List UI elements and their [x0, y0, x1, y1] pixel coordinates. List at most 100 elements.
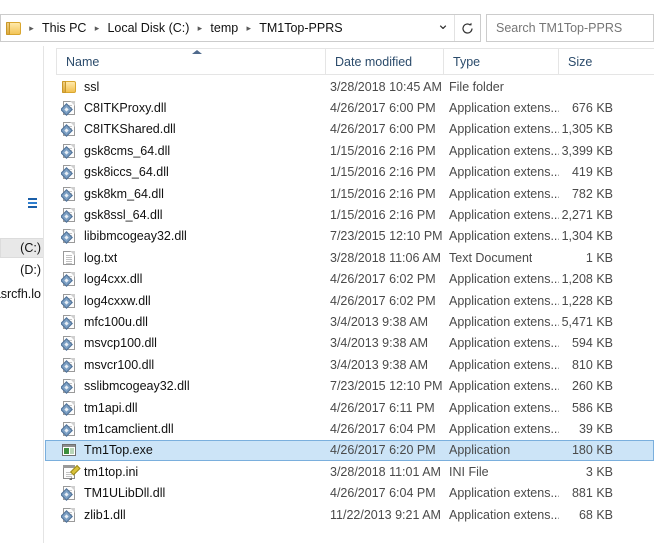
file-date-cell: 3/28/2018 11:01 AM [330, 464, 441, 479]
dll-icon [61, 186, 77, 202]
table-row[interactable]: log.txt 3/28/2018 11:06 AM Text Document 1 … [45, 247, 654, 268]
file-name-cell[interactable]: C8ITKProxy.dll [61, 100, 166, 116]
navigation-pane[interactable]: (C:)(D:) asrcfh.lo [0, 46, 44, 543]
column-header-name[interactable]: Name [56, 49, 325, 75]
table-row[interactable]: gsk8cms_64.dll 1/15/2016 2:16 PM Applicati… [45, 140, 654, 161]
table-row[interactable]: zlib1.dll 11/22/2013 9:21 AM Application e… [45, 504, 654, 525]
file-name-cell[interactable]: msvcp100.dll [61, 335, 157, 352]
breadcrumb-separator-icon [193, 20, 206, 36]
column-header-size[interactable]: Size [558, 49, 654, 75]
table-row[interactable]: log4cxx.dll 4/26/2017 6:02 PM Application … [45, 269, 654, 290]
dll-icon [61, 143, 77, 159]
nav-pane-item[interactable]: asrcfh.lo [0, 284, 43, 304]
file-name-cell[interactable]: msvcr100.dll [61, 357, 154, 373]
file-explorer-window: This PC Local Disk (C:) temp TM1Top-PPRS Se… [0, 0, 654, 543]
column-header-type[interactable]: Type [443, 49, 558, 75]
file-size-cell: 1,228 KB [561, 293, 613, 308]
address-bar[interactable]: This PC Local Disk (C:) temp TM1Top-PPRS [0, 14, 481, 42]
file-name-label: C8ITKShared.dll [84, 122, 176, 137]
nav-pane-item[interactable]: (D:) [20, 260, 43, 280]
chevron-down-icon[interactable] [432, 15, 454, 41]
breadcrumb-separator-icon [242, 20, 255, 36]
sort-ascending-icon [192, 50, 202, 54]
table-row[interactable]: msvcr100.dll 3/4/2013 9:38 AM Application … [45, 354, 654, 375]
file-name-cell[interactable]: ssl [61, 79, 99, 95]
search-input[interactable]: Search TM1Top-PPRS [496, 21, 622, 35]
file-name-cell[interactable]: Tm1Top.exe [61, 442, 153, 458]
table-row[interactable]: tm1camclient.dll 4/26/2017 6:04 PM Applica… [45, 418, 654, 439]
file-name-label: libibmcogeay32.dll [84, 229, 187, 244]
column-header-date-modified[interactable]: Date modified [325, 49, 443, 75]
breadcrumb-item[interactable]: TM1Top-PPRS [255, 18, 346, 38]
file-name-label: log4cxxw.dll [84, 293, 151, 308]
table-row[interactable]: gsk8ssl_64.dll 1/15/2016 2:16 PM Applicati… [45, 204, 654, 225]
file-name-cell[interactable]: mfc100u.dll [61, 314, 148, 330]
table-row[interactable]: Tm1Top.exe 4/26/2017 6:20 PM Application 18… [45, 439, 654, 462]
file-size-cell: 1 KB [585, 250, 613, 265]
dll-icon [61, 507, 77, 523]
breadcrumb-item[interactable]: This PC [38, 18, 90, 38]
file-name-cell[interactable]: gsk8ssl_64.dll [61, 207, 163, 223]
table-row[interactable]: ssl 3/28/2018 10:45 AM File folder [45, 76, 654, 97]
table-row[interactable]: libibmcogeay32.dll 7/23/2015 12:10 PM Appl… [45, 226, 654, 247]
file-name-cell[interactable]: tm1camclient.dll [61, 421, 174, 437]
file-name-label: mfc100u.dll [84, 314, 148, 329]
table-row[interactable]: C8ITKShared.dll 4/26/2017 6:00 PM Applicat… [45, 119, 654, 140]
breadcrumb-item[interactable]: temp [206, 18, 242, 38]
file-date-cell: 1/15/2016 2:16 PM [330, 186, 436, 201]
file-size-cell: 2,271 KB [561, 208, 613, 223]
column-header-row[interactable]: Name Date modified Type Size [56, 48, 654, 75]
file-name-cell[interactable]: C8ITKShared.dll [61, 121, 176, 138]
search-box[interactable]: Search TM1Top-PPRS [486, 14, 654, 42]
table-row[interactable]: gsk8iccs_64.dll 1/15/2016 2:16 PM Applicat… [45, 162, 654, 183]
table-row[interactable]: gsk8km_64.dll 1/15/2016 2:16 PM Applicatio… [45, 183, 654, 204]
file-name-cell[interactable]: sslibmcogeay32.dll [61, 378, 190, 395]
file-date-cell: 1/15/2016 2:16 PM [330, 143, 436, 158]
file-name-cell[interactable]: TM1ULibDll.dll [61, 485, 165, 501]
table-row[interactable]: TM1ULibDll.dll 4/26/2017 6:04 PM Applicati… [45, 482, 654, 503]
file-size-cell: 1,208 KB [561, 272, 613, 287]
nav-pane-item[interactable]: (C:) [0, 238, 43, 258]
file-name-cell[interactable]: gsk8cms_64.dll [61, 143, 170, 159]
file-name-label: ssl [84, 79, 100, 94]
table-row[interactable]: tm1api.dll 4/26/2017 6:11 PM Application e… [45, 397, 654, 418]
table-row[interactable]: C8ITKProxy.dll 4/26/2017 6:00 PM Applicati… [45, 97, 654, 118]
file-date-cell: 4/26/2017 6:04 PM [330, 421, 436, 436]
file-size-cell: 586 KB [571, 400, 613, 415]
file-name-label: gsk8ssl_64.dll [84, 208, 163, 223]
folder-icon [61, 79, 77, 95]
table-row[interactable]: sslibmcogeay32.dll 7/23/2015 12:10 PM Appl… [45, 375, 654, 396]
table-row[interactable]: log4cxxw.dll 4/26/2017 6:02 PM Application… [45, 290, 654, 311]
file-name-label: gsk8km_64.dll [84, 186, 164, 201]
column-header-label: Date modified [335, 55, 413, 69]
file-date-cell: 3/28/2018 10:45 AM [330, 79, 442, 94]
file-name-cell[interactable]: libibmcogeay32.dll [61, 228, 187, 245]
file-date-cell: 3/4/2013 9:38 AM [330, 336, 428, 351]
file-size-cell: 3,399 KB [561, 143, 613, 158]
file-date-cell: 4/26/2017 6:04 PM [330, 486, 436, 501]
dll-icon [61, 100, 77, 116]
file-name-cell[interactable]: tm1top.ini [61, 464, 138, 480]
file-size-cell: 260 KB [571, 379, 613, 394]
breadcrumb-item[interactable]: Local Disk (C:) [103, 18, 193, 38]
file-size-cell: 782 KB [571, 186, 613, 201]
file-name-cell[interactable]: log.txt [61, 250, 117, 266]
file-date-cell: 7/23/2015 12:10 PM [330, 379, 443, 394]
file-name-cell[interactable]: gsk8km_64.dll [61, 186, 164, 202]
file-size-cell: 3 KB [585, 464, 613, 479]
table-row[interactable]: msvcp100.dll 3/4/2013 9:38 AM Application … [45, 333, 654, 354]
file-name-cell[interactable]: log4cxx.dll [61, 271, 142, 288]
breadcrumb[interactable]: This PC Local Disk (C:) temp TM1Top-PPRS [5, 15, 432, 41]
refresh-icon[interactable] [454, 15, 480, 41]
file-list[interactable]: ssl 3/28/2018 10:45 AM File folder C8ITKPro… [45, 76, 654, 543]
file-name-cell[interactable]: zlib1.dll [61, 507, 126, 523]
file-name-label: C8ITKProxy.dll [84, 101, 167, 116]
table-row[interactable]: tm1top.ini 3/28/2018 11:01 AM INI File 3 KB [45, 461, 654, 482]
file-name-cell[interactable]: gsk8iccs_64.dll [61, 164, 169, 181]
file-name-cell[interactable]: tm1api.dll [61, 400, 138, 416]
dll-icon [61, 228, 77, 245]
file-date-cell: 3/4/2013 9:38 AM [330, 357, 428, 372]
column-header-label: Type [453, 55, 481, 69]
table-row[interactable]: mfc100u.dll 3/4/2013 9:38 AM Application e… [45, 311, 654, 332]
file-name-cell[interactable]: log4cxxw.dll [61, 293, 151, 309]
